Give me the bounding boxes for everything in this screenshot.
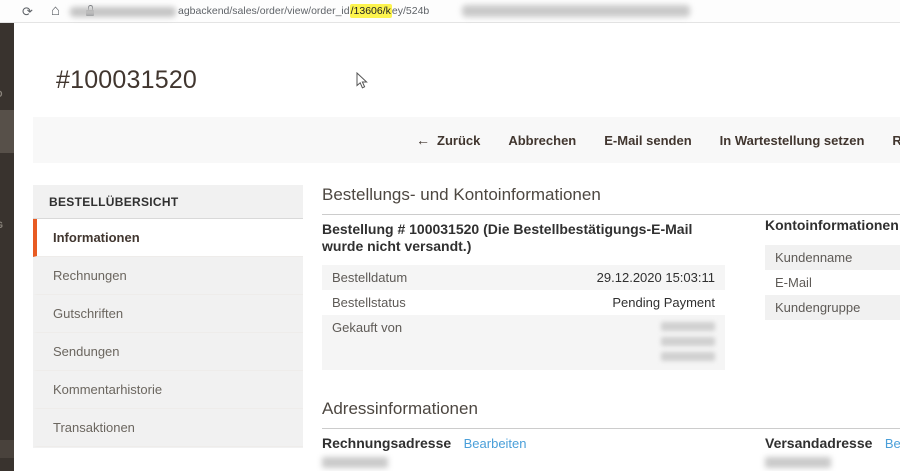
blurred-value-line bbox=[661, 322, 715, 331]
invoice-button[interactable]: Rechnung bbox=[892, 133, 900, 148]
back-button[interactable]: ← Zurück bbox=[416, 132, 480, 148]
sidebar-item-rechnungen[interactable]: Rechnungen bbox=[33, 257, 303, 295]
section-title-order-account: Bestellungs- und Kontoinformationen bbox=[322, 185, 900, 215]
menu-label-fragment: G bbox=[0, 220, 3, 230]
billing-address-block: Rechnungsadresse Bearbeiten bbox=[322, 435, 527, 453]
blurred-value-line bbox=[661, 352, 715, 361]
row-label: Gekauft von bbox=[322, 315, 486, 370]
page-title: #100031520 bbox=[56, 66, 197, 95]
cancel-button[interactable]: Abbrechen bbox=[508, 133, 576, 148]
billing-address-title: Rechnungsadresse bbox=[322, 435, 451, 451]
home-icon[interactable]: ⌂ bbox=[51, 2, 60, 20]
row-label: Bestellstatus bbox=[322, 290, 486, 315]
menu-label-fragment: D bbox=[0, 89, 3, 99]
shipping-address-block: Versandadresse Bearbeiten bbox=[765, 435, 900, 453]
screen: ⟳ ⌂ agbackend/sales/order/view/order_id/… bbox=[0, 0, 900, 471]
account-row-kundenname: Kundenname bbox=[765, 245, 900, 270]
reload-icon[interactable]: ⟳ bbox=[22, 3, 33, 21]
sidebar-header: BESTELLÜBERSICHT bbox=[33, 185, 303, 219]
table-row: Bestellstatus Pending Payment bbox=[322, 290, 725, 315]
shipping-address-title: Versandadresse bbox=[765, 435, 872, 451]
sidebar-item-gutschriften[interactable]: Gutschriften bbox=[33, 295, 303, 333]
sidebar-item-sendungen[interactable]: Sendungen bbox=[33, 333, 303, 371]
url-prefix: agbackend/sales/order/view/order_id bbox=[178, 5, 350, 17]
row-value: 29.12.2020 15:03:11 bbox=[486, 265, 725, 290]
send-email-button[interactable]: E-Mail senden bbox=[604, 133, 691, 148]
mouse-cursor bbox=[356, 72, 368, 90]
admin-menu-item-band[interactable] bbox=[0, 440, 14, 458]
account-info-section: Kontoinformationen Kundenname E-Mail Kun… bbox=[765, 217, 900, 320]
admin-menu-strip[interactable]: D G bbox=[0, 23, 14, 471]
shipping-edit-link[interactable]: Bearbeiten bbox=[885, 436, 900, 451]
order-info-table: Bestelldatum 29.12.2020 15:03:11 Bestell… bbox=[322, 265, 725, 370]
table-row: Bestelldatum 29.12.2020 15:03:11 bbox=[322, 265, 725, 290]
billing-edit-link[interactable]: Bearbeiten bbox=[464, 436, 527, 451]
table-row: Gekauft von bbox=[322, 315, 725, 370]
url-text[interactable]: agbackend/sales/order/view/order_id/1360… bbox=[178, 4, 429, 19]
blurred-domain bbox=[70, 7, 176, 17]
order-view-sidebar: BESTELLÜBERSICHT Informationen Rechnunge… bbox=[33, 185, 303, 448]
url-suffix: ey/524b bbox=[392, 5, 429, 17]
order-main-content: Bestellungs- und Kontoinformationen Best… bbox=[322, 185, 900, 471]
sidebar-item-transaktionen[interactable]: Transaktionen bbox=[33, 409, 303, 447]
order-subtitle: Bestellung # 100031520 (Die Bestellbestä… bbox=[322, 221, 727, 255]
blurred-address-line bbox=[322, 457, 388, 468]
back-arrow-icon: ← bbox=[416, 132, 430, 148]
hold-button[interactable]: In Wartestellung setzen bbox=[720, 133, 865, 148]
admin-menu-highlighted-item[interactable] bbox=[0, 110, 14, 153]
account-info-title: Kontoinformationen bbox=[765, 217, 900, 233]
row-value: Pending Payment bbox=[486, 290, 725, 315]
blurred-value-line bbox=[661, 337, 715, 346]
section-title-addresses: Adressinformationen bbox=[322, 399, 900, 429]
sidebar-item-kommentarhistorie[interactable]: Kommentarhistorie bbox=[33, 371, 303, 409]
row-value-redacted bbox=[486, 315, 725, 370]
blurred-address-line bbox=[765, 457, 831, 468]
order-action-toolbar: ← Zurück Abbrechen E-Mail senden In Wart… bbox=[33, 117, 900, 163]
url-find-highlight: /13606/k bbox=[350, 4, 392, 18]
account-row-kundengruppe: Kundengruppe bbox=[765, 295, 900, 320]
row-label: Bestelldatum bbox=[322, 265, 486, 290]
account-row-email: E-Mail bbox=[765, 270, 900, 295]
sidebar-item-informationen[interactable]: Informationen bbox=[33, 219, 303, 257]
browser-address-bar[interactable]: ⟳ ⌂ agbackend/sales/order/view/order_id/… bbox=[0, 0, 900, 23]
blurred-url-tail bbox=[462, 5, 690, 17]
